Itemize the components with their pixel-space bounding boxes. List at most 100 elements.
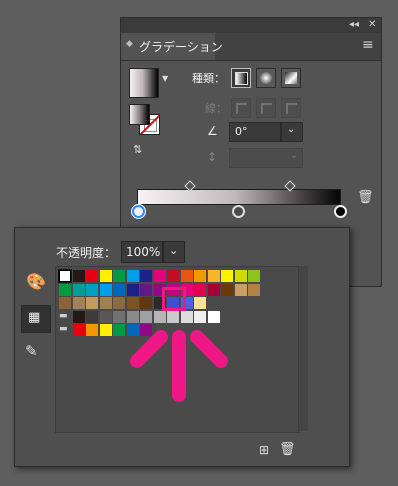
opacity-input[interactable]: 100%: [121, 241, 163, 263]
palette-icon[interactable]: 🎨: [26, 272, 46, 291]
linear-gradient-icon: [235, 72, 248, 85]
close-icon[interactable]: ✕: [368, 19, 376, 30]
swatch[interactable]: [86, 324, 98, 336]
swatches-icon: ▦: [28, 310, 41, 325]
swatch[interactable]: [86, 310, 98, 323]
aspect-ratio-input[interactable]: ⌄: [229, 148, 303, 168]
swatch[interactable]: [99, 297, 112, 309]
swatch[interactable]: [58, 269, 72, 283]
swatch[interactable]: [221, 270, 233, 282]
swatches-tab-button[interactable]: ▦: [21, 305, 51, 333]
swatch[interactable]: [99, 310, 112, 323]
new-swatch-icon[interactable]: ⊞: [259, 443, 269, 457]
radial-gradient-button[interactable]: [256, 68, 276, 88]
swatch[interactable]: [72, 310, 85, 323]
stroke-label: 線：: [205, 102, 227, 115]
swatch[interactable]: [126, 297, 139, 309]
panel-topbar: ◂◂ ✕: [121, 18, 381, 33]
selected-swatch-highlight: [162, 287, 186, 311]
chevron-down-icon: ⌄: [287, 124, 296, 135]
swatch[interactable]: [113, 324, 125, 336]
swatch[interactable]: [180, 310, 193, 323]
swatch[interactable]: [234, 270, 247, 282]
swatch[interactable]: [140, 283, 152, 296]
swatch[interactable]: [113, 310, 125, 323]
freeform-gradient-icon: [285, 72, 297, 84]
swatch[interactable]: [99, 324, 112, 336]
stroke-across-icon: [286, 103, 297, 114]
swatch[interactable]: [167, 310, 179, 323]
freeform-gradient-button[interactable]: [281, 68, 301, 88]
swatch[interactable]: [140, 324, 152, 336]
swatch[interactable]: [180, 270, 193, 282]
angle-input[interactable]: 0°: [229, 122, 281, 142]
swatch[interactable]: [59, 283, 71, 296]
stroke-within-button[interactable]: [231, 98, 251, 118]
gradient-stop[interactable]: [232, 205, 245, 218]
swatch[interactable]: [126, 270, 139, 282]
swatch[interactable]: [86, 270, 98, 282]
swatch[interactable]: [248, 283, 260, 296]
swatch[interactable]: [221, 283, 233, 296]
swatch[interactable]: [99, 270, 112, 282]
tab-label: グラデーション: [139, 40, 223, 54]
swatch[interactable]: [126, 310, 139, 323]
swatch[interactable]: [194, 297, 206, 309]
tab-options-icon[interactable]: ◆: [126, 39, 133, 49]
chevron-down-icon[interactable]: ▼: [162, 74, 168, 83]
eyedropper-icon[interactable]: ✎: [25, 342, 38, 360]
swatch[interactable]: [248, 270, 260, 282]
swatch[interactable]: [167, 270, 179, 282]
stroke-across-button[interactable]: [281, 98, 301, 118]
swatch[interactable]: [86, 297, 98, 309]
swatch[interactable]: [72, 270, 85, 282]
angle-dropdown[interactable]: ⌄: [281, 122, 303, 142]
gradient-stop-selected[interactable]: [132, 205, 145, 218]
swatch[interactable]: [140, 297, 152, 309]
panel-menu-icon[interactable]: ≡: [362, 37, 374, 53]
swatch[interactable]: [140, 310, 152, 323]
swatch[interactable]: [59, 297, 71, 309]
swatch[interactable]: [113, 270, 125, 282]
swatch[interactable]: [72, 283, 85, 296]
swatch[interactable]: [72, 297, 85, 309]
swatch[interactable]: [194, 270, 206, 282]
stroke-along-button[interactable]: [256, 98, 276, 118]
fill-swatch[interactable]: [129, 104, 150, 125]
folder-icon[interactable]: ▬: [59, 311, 68, 321]
radial-gradient-icon: [260, 72, 272, 84]
opacity-value: 100%: [126, 245, 161, 259]
swatch[interactable]: [194, 310, 206, 323]
stroke-along-icon: [261, 103, 272, 114]
opacity-label: 不透明度：: [56, 246, 117, 260]
swatch[interactable]: [207, 283, 220, 296]
swatch[interactable]: [153, 310, 166, 323]
collapse-panel-icon[interactable]: ◂◂: [349, 19, 359, 30]
swatch[interactable]: [72, 324, 85, 336]
reverse-gradient-icon[interactable]: ⇅: [133, 143, 142, 156]
swatch[interactable]: [113, 297, 125, 309]
gradient-slider[interactable]: [137, 189, 341, 205]
swatch[interactable]: [234, 283, 247, 296]
linear-gradient-button[interactable]: [231, 68, 251, 88]
swatch[interactable]: [99, 283, 112, 296]
swatch[interactable]: [207, 310, 220, 323]
scrollbar[interactable]: [298, 266, 308, 431]
swatch[interactable]: [126, 283, 139, 296]
opacity-dropdown[interactable]: ⌄: [163, 241, 185, 263]
swatch[interactable]: [153, 270, 166, 282]
trash-icon[interactable]: 🗑: [357, 190, 374, 205]
swatch[interactable]: [207, 270, 220, 282]
angle-value: 0°: [235, 125, 248, 138]
trash-icon[interactable]: 🗑: [279, 442, 296, 457]
gradient-stop[interactable]: [334, 205, 347, 218]
swatch[interactable]: [113, 283, 125, 296]
swatch[interactable]: [194, 283, 206, 296]
folder-icon[interactable]: ▬: [59, 324, 68, 334]
swatch[interactable]: [86, 283, 98, 296]
gradient-preview-thumbnail[interactable]: [129, 68, 159, 98]
swatch[interactable]: [140, 270, 152, 282]
tab-gradient[interactable]: ◆ グラデーション: [121, 33, 223, 60]
stroke-within-icon: [236, 103, 247, 114]
swatch[interactable]: [126, 324, 139, 336]
